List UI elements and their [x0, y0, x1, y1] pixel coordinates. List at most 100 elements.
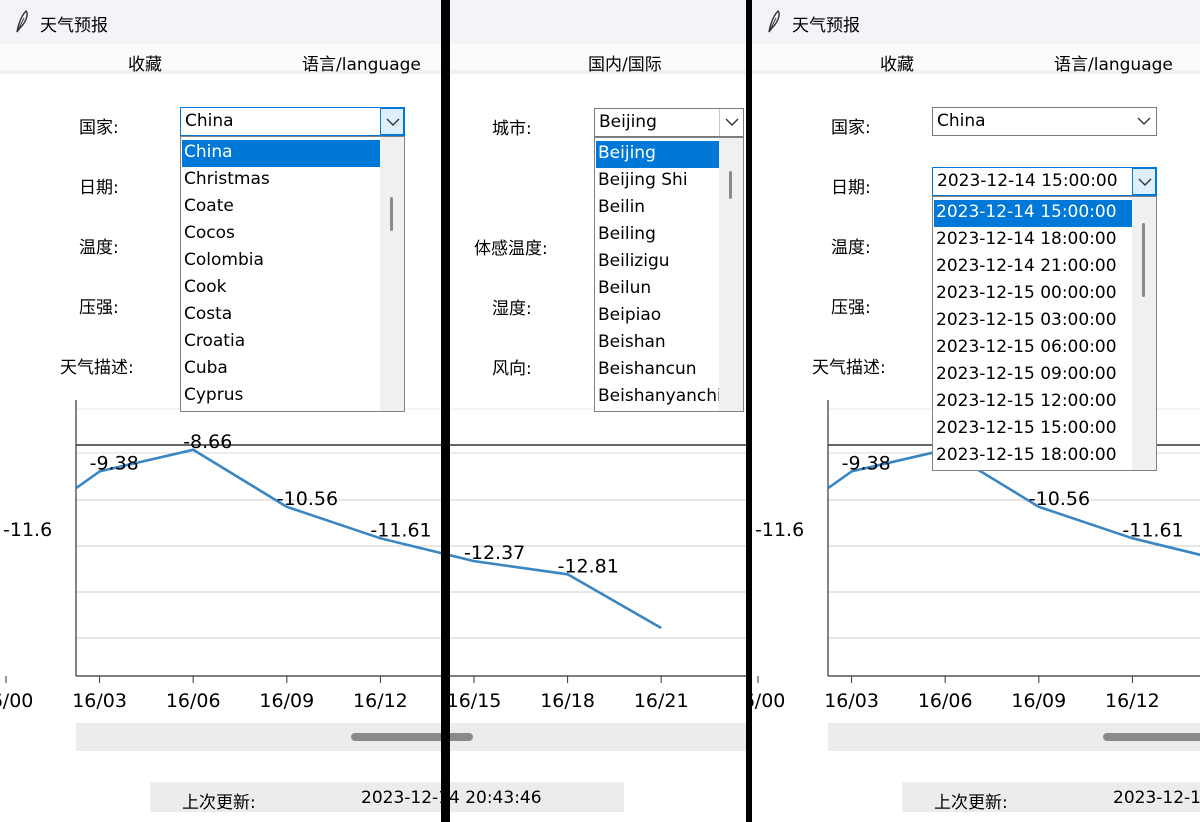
- dropdown-scrollbar[interactable]: [719, 138, 743, 411]
- dropdown-option[interactable]: Beilin: [596, 195, 719, 222]
- dropdown-option[interactable]: Beijing Shi: [596, 168, 719, 195]
- chart-data-label: -11.61: [1122, 519, 1183, 541]
- last-updated-value: 2023-12-14 20:43:46: [1113, 788, 1200, 808]
- dropdown-option[interactable]: 2023-12-15 18:00:00: [934, 443, 1132, 470]
- menu-domestic-international[interactable]: 国内/国际: [588, 50, 662, 75]
- title-bar: 天气预报: [0, 0, 441, 44]
- feather-icon: [768, 10, 780, 33]
- country-dropdown[interactable]: China Christmas Coate Cocos Colombia Cook Cost…: [180, 136, 405, 412]
- chart-x-tick-label: 16/06: [918, 690, 973, 712]
- date-label: 日期:: [79, 178, 119, 198]
- chart-scrollbar-thumb[interactable]: [1103, 733, 1200, 741]
- chevron-down-icon: [386, 118, 400, 126]
- dropdown-option[interactable]: Coate: [182, 194, 380, 221]
- dropdown-option[interactable]: Colombia: [182, 248, 380, 275]
- dropdown-option[interactable]: Beishancun: [596, 357, 719, 384]
- dropdown-option[interactable]: Beilun: [596, 276, 719, 303]
- humidity-label: 湿度:: [492, 299, 532, 319]
- menu-favorites[interactable]: 收藏: [128, 50, 162, 75]
- last-updated-value: 2023-12-14 20:43:46: [361, 788, 441, 808]
- dropdown-scrollbar[interactable]: [1132, 197, 1156, 470]
- city-select-arrow[interactable]: [719, 109, 743, 136]
- dropdown-option[interactable]: Christmas: [182, 167, 380, 194]
- dropdown-option[interactable]: 2023-12-15 00:00:00: [934, 281, 1132, 308]
- chart-scrollbar[interactable]: [450, 723, 746, 751]
- dropdown-option[interactable]: 2023-12-15 09:00:00: [934, 362, 1132, 389]
- dropdown-scrollbar-thumb[interactable]: [1142, 223, 1145, 297]
- chart-scrollbar[interactable]: [828, 723, 1200, 751]
- temperature-chart: -11.6-9.38-8.66-10.56-11.61-12.37-12.811…: [450, 408, 746, 712]
- dropdown-option[interactable]: Cyprus: [182, 383, 380, 410]
- dropdown-option[interactable]: Beishanyanchi: [596, 384, 719, 411]
- menu-favorites[interactable]: 收藏: [880, 50, 914, 75]
- chart-x-tick-label: 16/00: [0, 690, 33, 712]
- window-title: 天气预报: [40, 16, 108, 36]
- chart-data-label: -8.66: [183, 431, 232, 453]
- temperature-chart: -11.6-9.38-8.66-10.56-11.61-12.37-12.811…: [0, 400, 441, 712]
- dropdown-option[interactable]: 2023-12-15 15:00:00: [934, 416, 1132, 443]
- country-select-arrow[interactable]: [380, 108, 404, 135]
- dropdown-option[interactable]: 2023-12-14 15:00:00: [934, 200, 1132, 227]
- date-select[interactable]: 2023-12-14 15:00:00: [932, 167, 1157, 196]
- wind-label: 风向:: [492, 359, 532, 379]
- country-select-arrow[interactable]: [1132, 108, 1156, 135]
- dropdown-option[interactable]: Beilizigu: [596, 249, 719, 276]
- dropdown-option[interactable]: 2023-12-14 21:00:00: [934, 254, 1132, 281]
- window-country-dropdown: 天气预报 收藏 语言/language 国内/国际 国家: 日期: 温度: 压强…: [0, 0, 441, 822]
- chart-data-label: -10.56: [277, 488, 338, 510]
- chevron-down-icon: [1138, 178, 1152, 186]
- chart-scrollbar-thumb[interactable]: [450, 733, 473, 741]
- feather-icon: [16, 10, 28, 33]
- country-select[interactable]: China: [932, 107, 1157, 136]
- chart-scrollbar-thumb[interactable]: [351, 733, 441, 741]
- city-dropdown[interactable]: Beijing Beijing Shi Beilin Beiling Beilizigu…: [594, 137, 744, 412]
- chart-data-label: -12.37: [464, 542, 525, 564]
- dropdown-option[interactable]: Cuba: [182, 356, 380, 383]
- dropdown-option[interactable]: Beipiao: [596, 303, 719, 330]
- dropdown-option[interactable]: Beishan: [596, 330, 719, 357]
- dropdown-option[interactable]: 2023-12-15 03:00:00: [934, 308, 1132, 335]
- dropdown-scrollbar-thumb[interactable]: [729, 171, 732, 199]
- status-bar: 上次更新: 2023-12-14 20:43:46: [450, 782, 624, 812]
- chart-x-tick-label: 16/21: [634, 690, 689, 712]
- dropdown-option[interactable]: Beijing: [596, 141, 719, 168]
- dropdown-option[interactable]: 2023-12-14 18:00:00: [934, 227, 1132, 254]
- menu-language[interactable]: 语言/language: [1054, 50, 1173, 75]
- dropdown-option[interactable]: Beiling: [596, 222, 719, 249]
- dropdown-option[interactable]: Cook: [182, 275, 380, 302]
- dropdown-scrollbar-thumb[interactable]: [390, 197, 393, 231]
- date-dropdown[interactable]: 2023-12-14 15:00:00 2023-12-14 18:00:00 20…: [932, 196, 1157, 471]
- dropdown-option[interactable]: Croatia: [182, 329, 380, 356]
- country-select-value: China: [937, 111, 986, 131]
- status-bar: 上次更新: 2023-12-14 20:43:46: [902, 782, 1200, 813]
- dropdown-option[interactable]: Cocos: [182, 221, 380, 248]
- window-date-dropdown: 天气预报 收藏 语言/language 国内/国际 国家: 日期: 温度: 压强…: [752, 0, 1200, 822]
- dropdown-option[interactable]: 2023-12-15 06:00:00: [934, 335, 1132, 362]
- city-select[interactable]: Beijing: [594, 108, 744, 137]
- chart-scrollbar[interactable]: [76, 723, 441, 751]
- chart-x-tick-label: 16/00: [752, 690, 785, 712]
- dropdown-scrollbar[interactable]: [380, 137, 404, 411]
- date-select-value: 2023-12-14 15:00:00: [937, 171, 1118, 191]
- temperature-series-line: [450, 553, 662, 630]
- date-label: 日期:: [831, 178, 871, 198]
- dropdown-option[interactable]: Costa: [182, 302, 380, 329]
- last-updated-label: 上次更新:: [934, 793, 1008, 813]
- pressure-label: 压强:: [79, 298, 119, 318]
- menu-language[interactable]: 语言/language: [302, 50, 421, 75]
- city-select-value: Beijing: [599, 112, 657, 132]
- feels-like-label: 体感温度:: [474, 239, 548, 259]
- city-label: 城市:: [492, 119, 532, 139]
- country-label: 国家:: [79, 118, 119, 138]
- pressure-label: 压强:: [831, 298, 871, 318]
- chart-data-label: -9.38: [842, 452, 891, 474]
- title-bar: 天气预报: [752, 0, 1200, 44]
- chart-x-tick-label: 16/12: [353, 690, 408, 712]
- menu-bar: 收藏 语言/language 国内/国际: [450, 44, 746, 75]
- dropdown-option[interactable]: 2023-12-15 12:00:00: [934, 389, 1132, 416]
- chevron-down-icon: [725, 118, 739, 126]
- dropdown-option[interactable]: China: [182, 140, 380, 167]
- country-select[interactable]: China: [180, 107, 405, 136]
- window-city-dropdown: 天气预报 收藏 语言/language 国内/国际 国家: 日期: 温度: 压强…: [450, 0, 746, 822]
- date-select-arrow[interactable]: [1132, 168, 1156, 195]
